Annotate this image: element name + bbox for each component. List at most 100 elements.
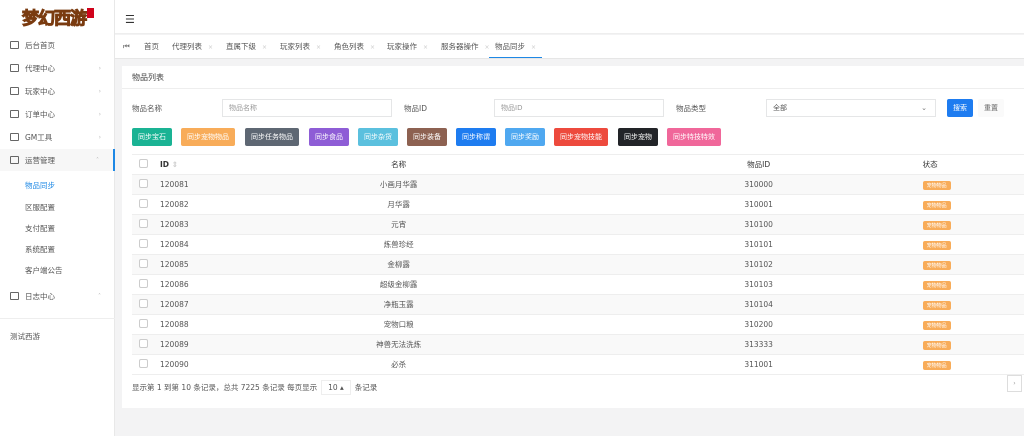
table-row[interactable]: 120090 必杀 311001 宠物物品 [132, 354, 1024, 375]
status-badge: 宠物物品 [922, 280, 951, 290]
row-checkbox[interactable] [138, 199, 148, 208]
sync-button[interactable]: 同步称谓 [456, 128, 496, 146]
tab[interactable]: 玩家列表 × [280, 35, 321, 58]
close-icon[interactable]: × [208, 44, 213, 51]
page-size-select[interactable]: 10 ▴ [321, 380, 351, 395]
sync-button[interactable]: 同步奖励 [505, 128, 545, 146]
status-badge: 宠物物品 [922, 260, 951, 270]
log-center-icon [10, 292, 19, 300]
sync-button[interactable]: 同步宝石 [132, 128, 172, 146]
logo: 梦幻西游 [22, 4, 94, 32]
sync-button[interactable]: 同步宠物技能 [554, 128, 608, 146]
close-icon[interactable]: × [423, 44, 428, 51]
tabs-back-icon[interactable]: ⏮ [123, 35, 130, 58]
table-row[interactable]: 120084 炼兽珍经 310101 宠物物品 [132, 234, 1024, 255]
tab[interactable]: 玩家操作 × [387, 35, 428, 58]
cell-id: 120090 [154, 354, 189, 375]
sync-button[interactable]: 同步特技特效 [667, 128, 721, 146]
agent-center-icon [10, 64, 19, 72]
table-row[interactable]: 120087 净瓶玉露 310104 宠物物品 [132, 294, 1024, 315]
tab[interactable]: 物品同步 × [489, 35, 543, 58]
sidebar-divider [0, 318, 115, 319]
status-badge: 宠物物品 [922, 360, 951, 370]
pagination-suffix: 条记录 [354, 383, 378, 392]
cell-item-id: 311001 [608, 354, 909, 375]
next-page-button[interactable]: › [1007, 375, 1022, 392]
table-row[interactable]: 120081 小画月华露 310000 宠物物品 [132, 174, 1024, 195]
close-icon[interactable]: × [316, 44, 321, 51]
row-checkbox[interactable] [138, 219, 148, 228]
home-icon [10, 41, 19, 49]
sync-button[interactable]: 同步装备 [407, 128, 447, 146]
table-row[interactable]: 120082 月华露 310001 宠物物品 [132, 194, 1024, 215]
item-id-input[interactable]: 物品ID [494, 99, 664, 117]
cell-name: 小画月华露 [188, 174, 609, 195]
sync-button[interactable]: 同步宠物 [618, 128, 658, 146]
sync-button[interactable]: 同步食品 [309, 128, 349, 146]
tab[interactable]: 直属下级 × [226, 35, 267, 58]
table-row[interactable]: 120085 金柳露 310102 宠物物品 [132, 254, 1024, 275]
sidebar-subitem[interactable]: 客户端公告 [25, 265, 63, 276]
table-row[interactable]: 120086 超级金柳露 310103 宠物物品 [132, 274, 1024, 295]
table-row[interactable]: 120088 宠物口粮 310200 宠物物品 [132, 314, 1024, 335]
chevron-icon: › [98, 87, 101, 95]
sidebar-subitem[interactable]: 物品同步 [25, 180, 55, 191]
cell-id: 120082 [154, 194, 189, 215]
sidebar-subitem[interactable]: 系统配置 [25, 244, 55, 255]
row-checkbox[interactable] [138, 339, 148, 348]
tab[interactable]: 代理列表 × [172, 35, 213, 58]
tab[interactable]: 角色列表 × [334, 35, 375, 58]
item-type-select[interactable]: 全部 ⌄ [766, 99, 936, 117]
cell-name: 月华露 [188, 194, 609, 215]
row-checkbox[interactable] [138, 319, 148, 328]
sidebar-item-home[interactable]: 后台首页 [0, 34, 115, 56]
row-checkbox[interactable] [138, 359, 148, 368]
cell-name: 必杀 [188, 354, 609, 375]
close-icon[interactable]: × [262, 44, 267, 51]
cell-item-id: 313333 [608, 334, 909, 355]
row-checkbox[interactable] [138, 259, 148, 268]
item-list-card: 物品列表 物品名称 物品名称 物品ID 物品ID 物品类型 全部 ⌄ 搜索 重置 … [122, 66, 1024, 408]
reset-button[interactable]: 重置 [978, 99, 1004, 117]
sidebar-subitem[interactable]: 支付配置 [25, 223, 55, 234]
close-icon[interactable]: × [531, 44, 536, 51]
sidebar-item-gm-tools[interactable]: GM工具 › [0, 126, 115, 148]
sidebar-item-label: 玩家中心 [25, 86, 55, 96]
table-row[interactable]: 120083 元宵 310100 宠物物品 [132, 214, 1024, 235]
sidebar-subitem[interactable]: 区服配置 [25, 202, 55, 213]
sidebar-item-label: 日志中心 [25, 291, 55, 301]
status-badge: 宠物物品 [922, 240, 951, 250]
order-center-icon [10, 110, 19, 118]
tab-label: 直属下级 [226, 42, 256, 51]
tab-label: 玩家操作 [387, 42, 417, 51]
column-header-name: 名称 [188, 154, 609, 175]
row-checkbox[interactable] [138, 279, 148, 288]
cell-name: 金柳露 [188, 254, 609, 275]
tab-label: 服务器操作 [441, 42, 479, 51]
close-icon[interactable]: × [370, 44, 375, 51]
select-all-checkbox[interactable] [138, 159, 148, 168]
row-checkbox[interactable] [138, 299, 148, 308]
sync-button[interactable]: 同步宠物物品 [181, 128, 235, 146]
sidebar-item-player-center[interactable]: 玩家中心 › [0, 80, 115, 102]
item-type-label: 物品类型 [676, 104, 706, 113]
sidebar-item-label: 运营管理 [25, 155, 55, 165]
menu-toggle-icon[interactable]: ☰ [125, 13, 135, 26]
item-name-input[interactable]: 物品名称 [222, 99, 392, 117]
row-checkbox[interactable] [138, 239, 148, 248]
search-button[interactable]: 搜索 [947, 99, 973, 117]
sync-button[interactable]: 同步任务物品 [245, 128, 299, 146]
sync-button[interactable]: 同步杂货 [358, 128, 398, 146]
column-header-id[interactable]: ID ⇕ [154, 154, 189, 175]
cell-name: 净瓶玉露 [188, 294, 609, 315]
cell-id: 120088 [154, 314, 189, 335]
sort-icon: ⇕ [171, 160, 178, 169]
sidebar-item-operations[interactable]: 运营管理 ˄ [0, 149, 115, 171]
tab[interactable]: 首页 [144, 35, 159, 58]
tab[interactable]: 服务器操作 × [441, 35, 490, 58]
sidebar-item-order-center[interactable]: 订单中心 › [0, 103, 115, 125]
sidebar-item-agent-center[interactable]: 代理中心 › [0, 57, 115, 79]
table-row[interactable]: 120089 神兽无法洗炼 313333 宠物物品 [132, 334, 1024, 355]
row-checkbox[interactable] [138, 179, 148, 188]
sidebar-item-log-center[interactable]: 日志中心 ˄ [0, 285, 115, 307]
